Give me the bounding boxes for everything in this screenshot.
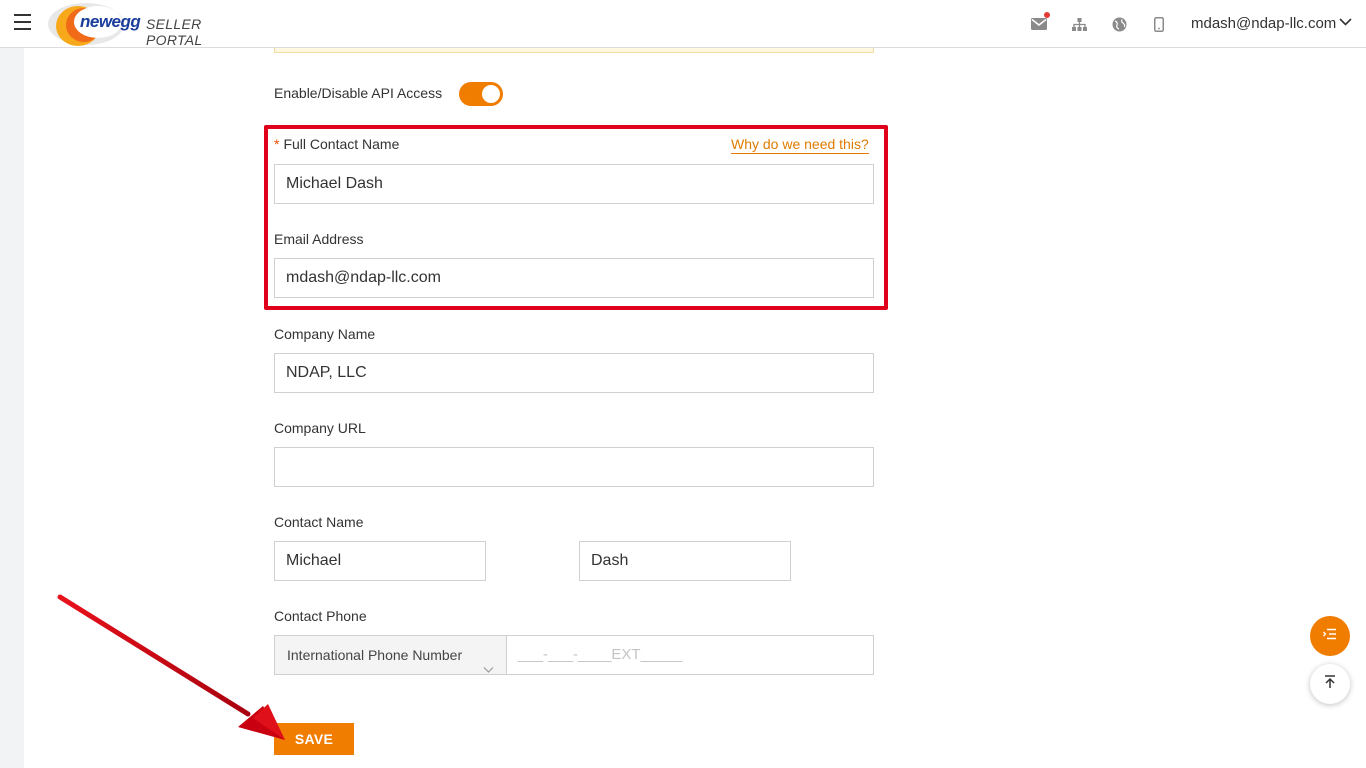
contact-last-name-input[interactable]: Dash bbox=[579, 541, 791, 581]
required-mark: * bbox=[274, 136, 280, 152]
chevron-down-icon[interactable] bbox=[1339, 15, 1352, 33]
full-contact-name-label: * Full Contact Name bbox=[274, 136, 399, 152]
api-access-toggle[interactable] bbox=[459, 82, 503, 106]
phone-number-input[interactable]: ___-___-____EXT_____ bbox=[507, 636, 873, 674]
portal-label: SELLER PORTAL bbox=[146, 16, 203, 48]
why-do-we-need-this-link[interactable]: Why do we need this? bbox=[731, 136, 869, 154]
newegg-logo[interactable]: newegg SELLER PORTAL bbox=[46, 0, 256, 48]
contact-phone-label: Contact Phone bbox=[274, 608, 367, 624]
arrow-up-to-top-icon bbox=[1324, 674, 1336, 694]
notification-dot bbox=[1044, 12, 1050, 18]
top-header: newegg SELLER PORTAL mdash@ndap-llc.com bbox=[0, 0, 1366, 48]
sitemap-icon[interactable] bbox=[1069, 14, 1089, 34]
email-address-label: Email Address bbox=[274, 231, 364, 247]
notice-banner bbox=[274, 48, 874, 53]
toggle-knob bbox=[482, 85, 500, 103]
globe-icon[interactable] bbox=[1109, 14, 1129, 34]
outline-list-button[interactable] bbox=[1310, 616, 1350, 656]
contact-first-name-input[interactable]: Michael bbox=[274, 541, 486, 581]
brand-name: newegg bbox=[80, 12, 141, 31]
left-sidebar-rail bbox=[0, 48, 24, 768]
company-name-input[interactable]: NDAP, LLC bbox=[274, 353, 874, 393]
mobile-icon[interactable] bbox=[1149, 14, 1169, 34]
mail-icon[interactable] bbox=[1029, 12, 1050, 34]
menu-icon[interactable] bbox=[14, 14, 32, 32]
user-account-menu[interactable]: mdash@ndap-llc.com bbox=[1191, 15, 1336, 32]
company-url-input[interactable] bbox=[274, 447, 874, 487]
full-contact-name-input[interactable]: Michael Dash bbox=[274, 164, 874, 204]
phone-country-select[interactable]: International Phone Number bbox=[275, 636, 507, 674]
company-name-label: Company Name bbox=[274, 326, 376, 342]
phone-country-select-value: International Phone Number bbox=[287, 647, 463, 663]
save-button[interactable]: SAVE bbox=[274, 723, 354, 755]
full-contact-name-label-text: Full Contact Name bbox=[283, 136, 400, 152]
chevron-down-icon bbox=[483, 650, 494, 688]
contact-name-label: Contact Name bbox=[274, 514, 364, 530]
back-to-top-button[interactable] bbox=[1310, 664, 1350, 704]
company-url-label: Company URL bbox=[274, 420, 366, 436]
email-address-input[interactable]: mdash@ndap-llc.com bbox=[274, 258, 874, 298]
list-icon bbox=[1323, 627, 1337, 645]
contact-phone-group: International Phone Number ___-___-____E… bbox=[274, 635, 874, 675]
api-access-label: Enable/Disable API Access bbox=[274, 85, 443, 101]
